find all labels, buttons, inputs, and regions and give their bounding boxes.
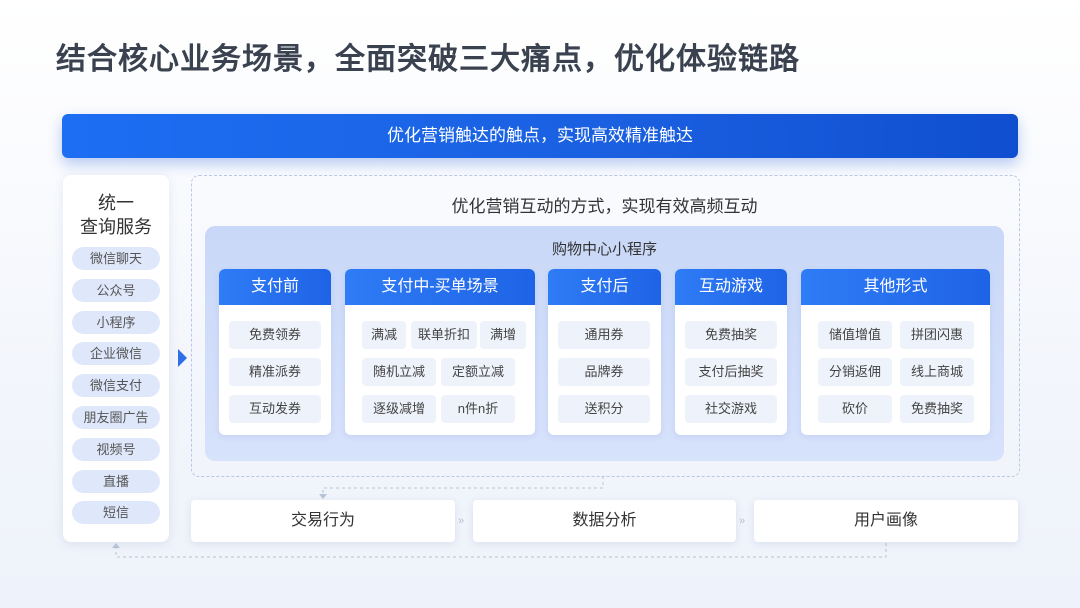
box-transaction-behavior: 交易行为 (191, 500, 455, 542)
double-chevron-right-icon: » (739, 515, 746, 527)
box-user-portrait: 用户画像 (754, 500, 1018, 542)
box-data-analysis: 数据分析 (473, 500, 736, 542)
double-chevron-right-icon: » (458, 515, 465, 527)
